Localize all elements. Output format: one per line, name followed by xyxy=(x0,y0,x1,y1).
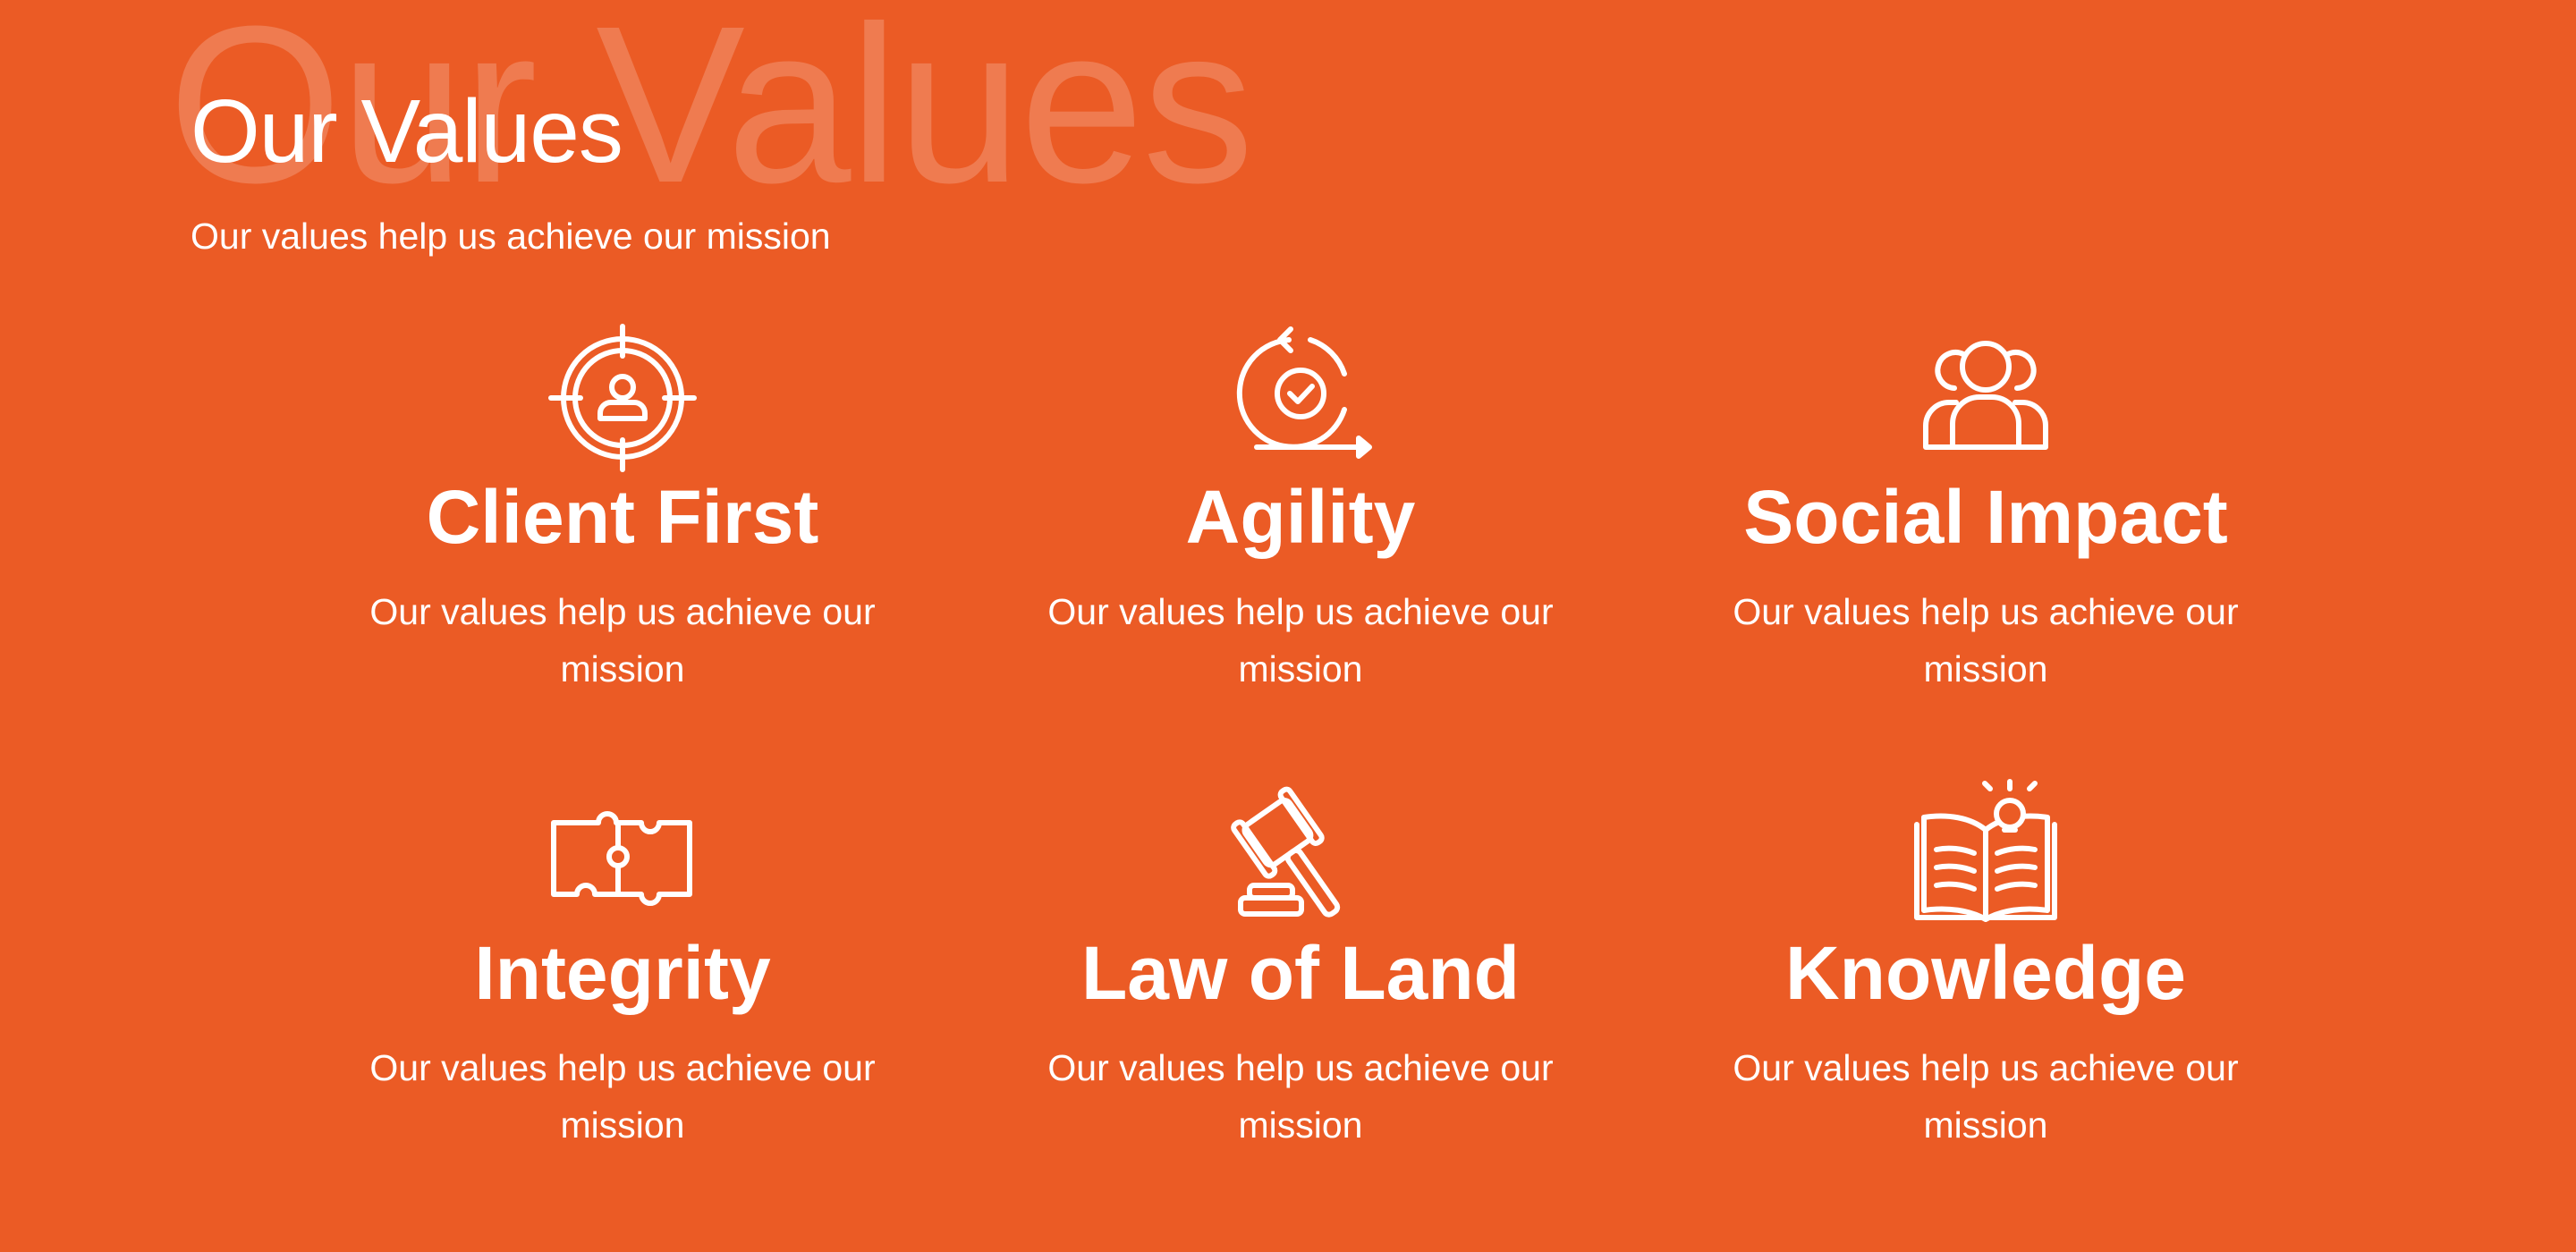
value-card-knowledge: Knowledge Our values help us achieve our… xyxy=(1682,778,2290,1189)
section-title: Our Values xyxy=(191,81,623,182)
value-card-agility: Agility Our values help us achieve our m… xyxy=(996,322,1605,733)
value-description: Our values help us achieve our mission xyxy=(1733,1047,2239,1146)
value-title: Law of Land xyxy=(1081,931,1520,1015)
value-card-integrity: Integrity Our values help us achieve our… xyxy=(318,778,927,1189)
target-person-icon xyxy=(547,322,699,474)
value-description: Our values help us achieve our mission xyxy=(1733,591,2239,689)
value-title: Agility xyxy=(1185,475,1416,559)
value-card-client-first: Client First Our values help us achieve … xyxy=(318,322,927,733)
value-card-law-of-land: Law of Land Our values help us achieve o… xyxy=(996,778,1605,1189)
value-description: Our values help us achieve our mission xyxy=(369,591,876,689)
people-group-icon xyxy=(1910,322,2062,474)
value-description: Our values help us achieve our mission xyxy=(369,1047,876,1146)
cycle-check-icon xyxy=(1224,322,1377,474)
puzzle-icon xyxy=(547,778,699,930)
value-title: Knowledge xyxy=(1784,931,2186,1015)
our-values-section: Our Values Our Values Our values help us… xyxy=(0,0,2576,1252)
section-subtitle: Our values help us achieve our mission xyxy=(191,216,831,257)
value-card-social-impact: Social Impact Our values help us achieve… xyxy=(1682,322,2290,733)
value-title: Client First xyxy=(426,475,819,559)
value-title: Social Impact xyxy=(1743,475,2228,559)
book-bulb-icon xyxy=(1910,778,2062,930)
value-description: Our values help us achieve our mission xyxy=(1047,591,1554,689)
gavel-icon xyxy=(1224,778,1377,930)
value-title: Integrity xyxy=(474,931,771,1015)
value-description: Our values help us achieve our mission xyxy=(1047,1047,1554,1146)
